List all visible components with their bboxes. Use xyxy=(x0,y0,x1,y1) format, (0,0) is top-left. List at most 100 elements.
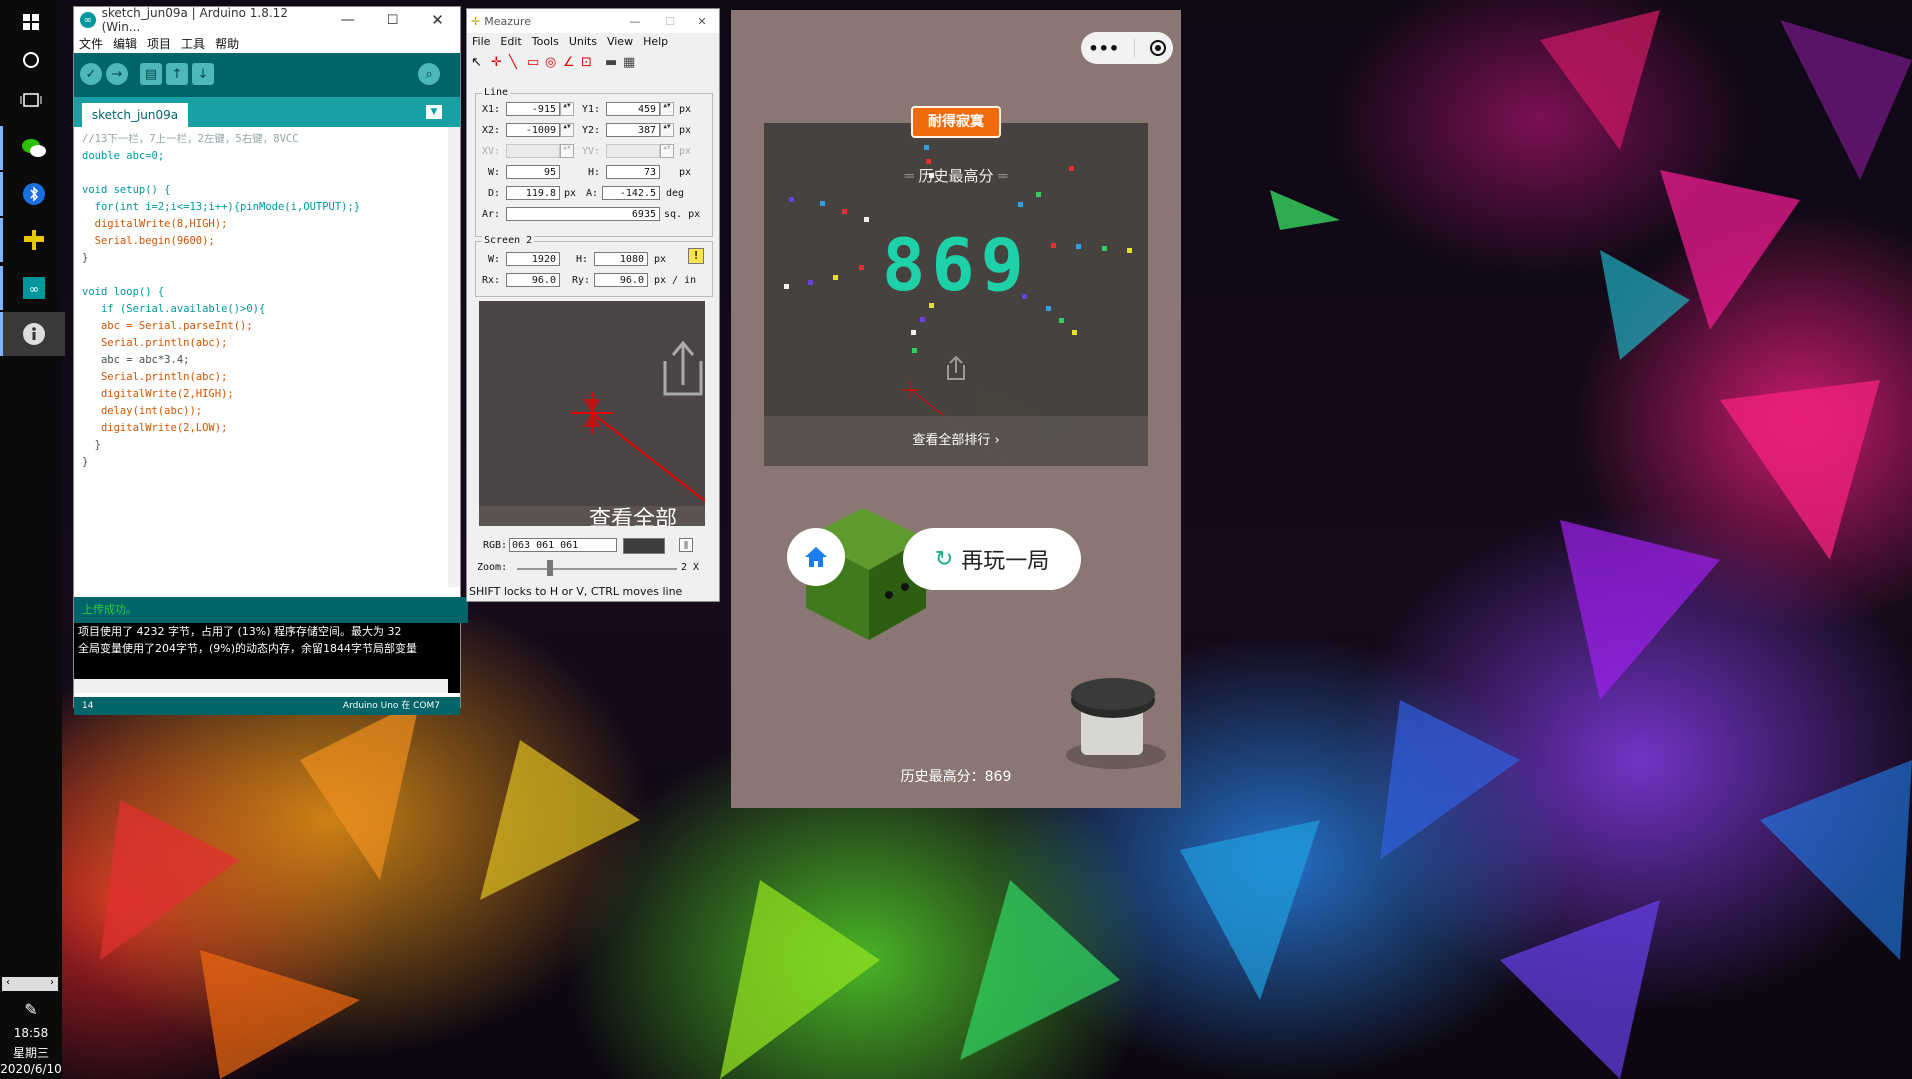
code-line[interactable]: digitalWrite(8,HIGH); xyxy=(82,216,440,233)
close-icon[interactable]: ✕ xyxy=(685,15,719,28)
menu-file[interactable]: File xyxy=(472,35,490,53)
editor-scrollbar[interactable] xyxy=(448,127,460,587)
upload-icon[interactable]: → xyxy=(106,63,128,85)
screen-height-field[interactable]: 1080 xyxy=(594,252,648,266)
meazure-titlebar[interactable]: ✛ Meazure — ☐ ✕ xyxy=(467,9,719,33)
x1-field[interactable]: -915 xyxy=(506,102,560,116)
ry-field[interactable]: 96.0 xyxy=(594,273,648,287)
code-line[interactable]: Serial.begin(9600); xyxy=(82,233,440,250)
code-line[interactable]: double abc=0; xyxy=(82,148,440,165)
y2-spinner[interactable]: ▲▼ xyxy=(660,123,674,137)
minimize-icon[interactable]: — xyxy=(325,12,370,28)
angle-tool-icon[interactable]: ∠ xyxy=(563,55,575,70)
minimize-icon[interactable]: — xyxy=(615,15,655,28)
ruler-icon[interactable]: ▬ xyxy=(605,55,617,70)
clock-time[interactable]: 18:58 xyxy=(0,1026,62,1040)
scroll-right-icon[interactable]: › xyxy=(50,977,54,988)
menu-help[interactable]: Help xyxy=(643,35,668,53)
w-field[interactable]: 95 xyxy=(506,165,560,179)
h-field[interactable]: 73 xyxy=(606,165,660,179)
zoom-slider[interactable] xyxy=(517,568,677,570)
code-line[interactable]: abc = abc*3.4; xyxy=(82,352,440,369)
tab-sketch[interactable]: sketch_jun09a xyxy=(82,103,188,127)
code-line[interactable]: Serial.println(abc); xyxy=(82,369,440,386)
point-tool-icon[interactable]: ✛ xyxy=(491,55,502,70)
code-line[interactable]: digitalWrite(2,HIGH); xyxy=(82,386,440,403)
meazure-icon[interactable] xyxy=(0,218,65,262)
close-icon[interactable]: ✕ xyxy=(415,11,460,29)
more-icon[interactable]: ••• xyxy=(1088,39,1119,58)
area-field[interactable]: 6935 xyxy=(506,207,660,221)
taskbar-scroller[interactable]: ‹ › xyxy=(2,977,58,991)
x1-spinner[interactable]: ▲▼ xyxy=(560,102,574,116)
menu-units[interactable]: Units xyxy=(569,35,597,53)
code-line[interactable]: void loop() { xyxy=(82,284,440,301)
code-line[interactable]: for(int i=2;i<=13;i++){pinMode(i,OUTPUT)… xyxy=(82,199,440,216)
code-line[interactable]: //13下一栏，7上一栏，2左键，5右键，8VCC xyxy=(82,131,440,148)
open-sketch-icon[interactable]: ↑ xyxy=(166,63,188,85)
exit-icon[interactable] xyxy=(1149,40,1166,56)
code-line[interactable]: void setup() { xyxy=(82,182,440,199)
game-window: ••• 耐得寂寞 ═ 历史最高分 ═ 869 查看全部排行 › ↻ 再玩一局 历… xyxy=(731,10,1181,808)
tab-menu-icon[interactable]: ▼ xyxy=(426,105,442,119)
code-line[interactable]: Serial.println(abc); xyxy=(82,335,440,352)
menu-tools[interactable]: 工具 xyxy=(181,35,205,52)
code-line[interactable]: abc = Serial.parseInt(); xyxy=(82,318,440,335)
cortana-icon[interactable] xyxy=(0,38,62,82)
arduino-titlebar[interactable]: ∞ sketch_jun09a | Arduino 1.8.12 (Win...… xyxy=(74,6,460,34)
new-sketch-icon[interactable]: ▤ xyxy=(140,63,162,85)
warning-icon[interactable]: ! xyxy=(688,248,704,264)
freeze-icon[interactable]: ‖ xyxy=(679,538,693,552)
menu-edit[interactable]: 编辑 xyxy=(113,35,137,52)
arduino-icon[interactable]: ∞ xyxy=(0,266,65,310)
menu-file[interactable]: 文件 xyxy=(79,35,103,52)
code-line[interactable]: digitalWrite(2,LOW); xyxy=(82,420,440,437)
code-line[interactable] xyxy=(82,267,440,284)
code-text[interactable]: //13下一栏，7上一栏，2左键，5右键，8VCC double abc=0; v… xyxy=(74,127,448,475)
home-button[interactable] xyxy=(787,528,845,586)
y1-field[interactable]: 459 xyxy=(606,102,660,116)
menu-sketch[interactable]: 项目 xyxy=(147,35,171,52)
grid-icon[interactable]: ▦ xyxy=(623,55,635,70)
view-ranking-button[interactable]: 查看全部排行 › xyxy=(764,416,1148,466)
pen-icon[interactable]: ✎ xyxy=(0,1000,62,1019)
menu-view[interactable]: View xyxy=(607,35,633,53)
rectangle-tool-icon[interactable]: ▭ xyxy=(527,55,539,70)
menu-help[interactable]: 帮助 xyxy=(215,35,239,52)
task-view-icon[interactable] xyxy=(0,78,62,122)
verify-icon[interactable]: ✓ xyxy=(80,63,102,85)
code-line[interactable]: } xyxy=(82,250,440,267)
code-line[interactable]: if (Serial.available()>0){ xyxy=(82,301,440,318)
save-sketch-icon[interactable]: ↓ xyxy=(192,63,214,85)
yv-label: YV: xyxy=(582,146,601,157)
info-icon[interactable] xyxy=(0,312,65,356)
line-tool-icon[interactable]: ╲ xyxy=(509,55,517,70)
maximize-icon[interactable]: ☐ xyxy=(370,13,415,28)
y1-spinner[interactable]: ▲▼ xyxy=(660,102,674,116)
d-field[interactable]: 119.8 xyxy=(506,186,560,200)
zoom-slider-thumb[interactable] xyxy=(547,560,553,576)
rx-field[interactable]: 96.0 xyxy=(506,273,560,287)
code-line[interactable]: } xyxy=(82,454,440,471)
menu-edit[interactable]: Edit xyxy=(500,35,521,53)
replay-button[interactable]: ↻ 再玩一局 xyxy=(903,528,1081,590)
x2-field[interactable]: -1009 xyxy=(506,123,560,137)
x2-spinner[interactable]: ▲▼ xyxy=(560,123,574,137)
pointer-tool-icon[interactable]: ↖ xyxy=(471,55,482,70)
code-line[interactable] xyxy=(82,165,440,182)
circle-tool-icon[interactable]: ◎ xyxy=(545,55,556,70)
code-line[interactable]: delay(int(abc)); xyxy=(82,403,440,420)
y2-field[interactable]: 387 xyxy=(606,123,660,137)
code-editor[interactable]: //13下一栏，7上一栏，2左键，5右键，8VCC double abc=0; v… xyxy=(74,127,448,587)
rgb-field[interactable]: 063 061 061 xyxy=(509,538,617,552)
screen-width-field[interactable]: 1920 xyxy=(506,252,560,266)
code-line[interactable]: } xyxy=(82,437,440,454)
serial-monitor-icon[interactable]: ⌕ xyxy=(418,63,440,85)
menu-tools[interactable]: Tools xyxy=(532,35,559,53)
console-hscroll[interactable] xyxy=(74,679,448,693)
window-tool-icon[interactable]: ⊡ xyxy=(581,55,592,70)
scroll-left-icon[interactable]: ‹ xyxy=(6,977,10,988)
angle-field[interactable]: -142.5 xyxy=(602,186,660,200)
bluetooth-app-icon[interactable] xyxy=(0,172,65,216)
wechat-icon[interactable] xyxy=(0,126,65,170)
